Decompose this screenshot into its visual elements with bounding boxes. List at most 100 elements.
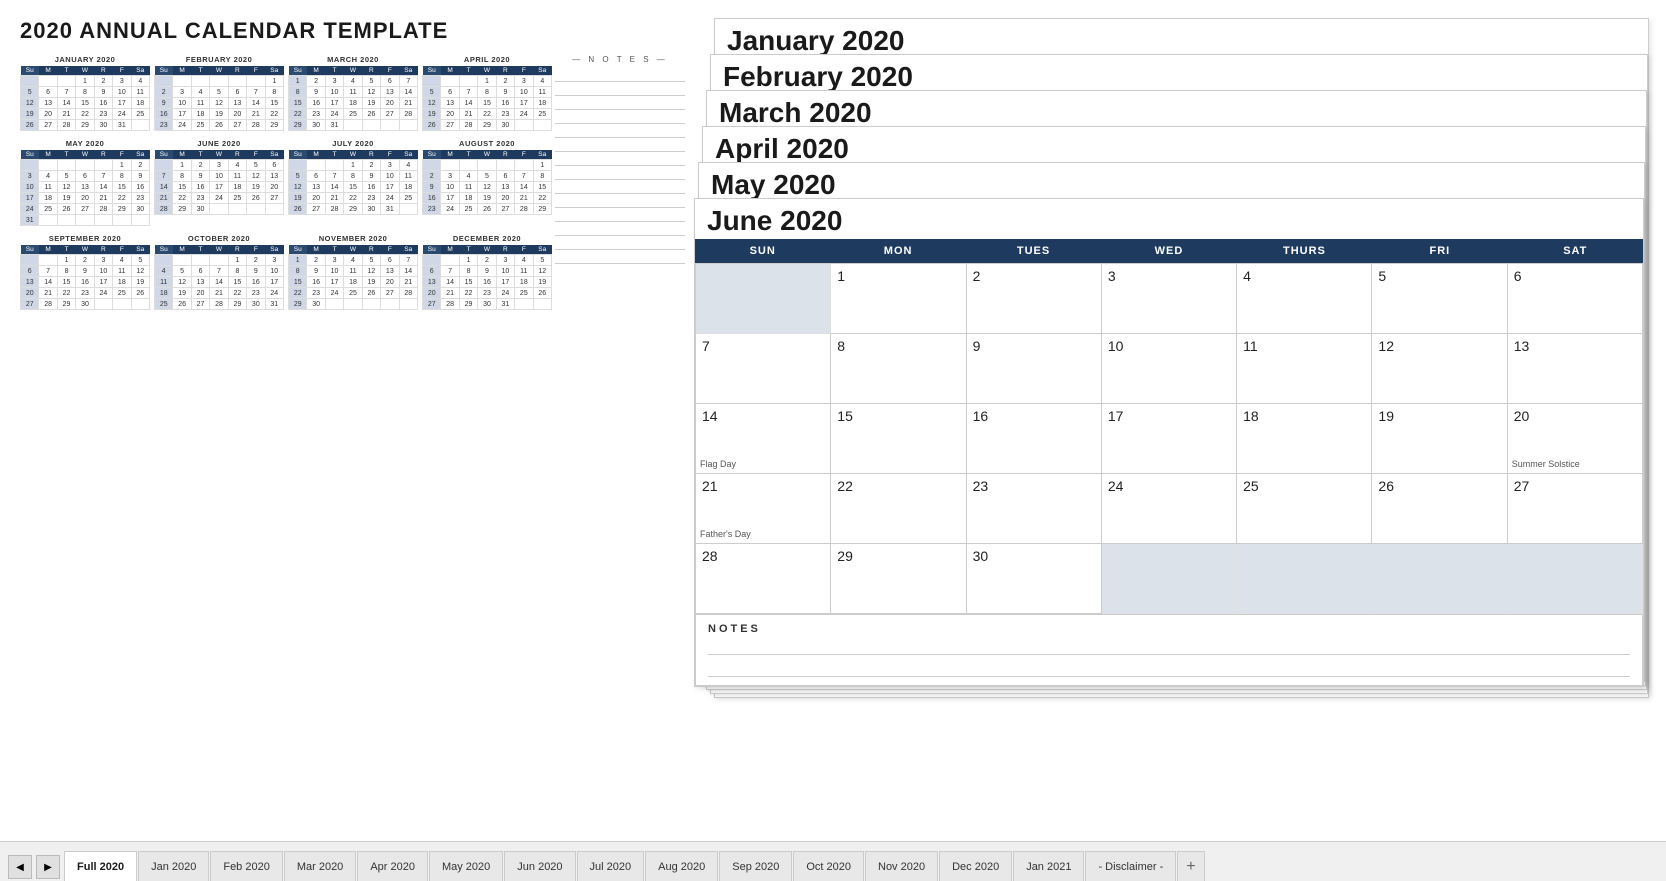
mini-cal-day-cell: 10: [94, 266, 112, 277]
mini-cal-title: AUGUST 2020: [422, 139, 552, 148]
mini-cal-header-cell: Su: [155, 150, 173, 160]
mini-cal-day-cell: 29: [289, 299, 307, 310]
june-grid-cell: 18: [1237, 404, 1372, 474]
mini-cal-day-cell: 21: [247, 109, 265, 120]
mini-cal-day-cell: [94, 215, 112, 226]
mini-cal-day-cell: 9: [131, 171, 149, 182]
mini-cal-day-cell: 1: [76, 76, 94, 87]
mini-cal-header-cell: T: [325, 150, 343, 160]
mini-cal-title: SEPTEMBER 2020: [20, 234, 150, 243]
sheet-tab-feb2020[interactable]: Feb 2020: [210, 851, 282, 881]
mini-cal-day-cell: 3: [210, 160, 228, 171]
tab-nav-left[interactable]: ◀: [8, 855, 32, 879]
mini-cal-day-cell: 30: [307, 299, 325, 310]
mini-cal-day-cell: 18: [155, 288, 173, 299]
mini-cal-header-cell: F: [515, 66, 533, 76]
mini-cal-day-cell: 25: [533, 109, 551, 120]
mini-cal-day-cell: 3: [113, 76, 131, 87]
sheet-tab-nov2020[interactable]: Nov 2020: [865, 851, 938, 881]
mini-cal-day-cell: [423, 160, 441, 171]
cell-date-number: 13: [1514, 338, 1636, 354]
sheet-tab-mar2020[interactable]: Mar 2020: [284, 851, 356, 881]
mini-cal-day-cell: 21: [459, 109, 477, 120]
mini-cal-day-cell: 8: [265, 87, 283, 98]
mini-cal-day-cell: 23: [191, 193, 209, 204]
june-grid-cell: 19: [1372, 404, 1507, 474]
sheet-tab-jan2020[interactable]: Jan 2020: [138, 851, 209, 881]
mini-cal-header-cell: T: [57, 245, 75, 255]
mini-cal-header-cell: F: [515, 150, 533, 160]
sheet-tab-aug2020[interactable]: Aug 2020: [645, 851, 718, 881]
mini-cal-table: SuMTWRFSa1234567891011121314151617181920…: [422, 150, 552, 215]
mini-cal-day-cell: [399, 120, 417, 131]
mini-cal-day-cell: [21, 255, 39, 266]
mini-cal-day-cell: 8: [344, 171, 362, 182]
notes-line: [555, 124, 685, 138]
sheet-tab-sep2020[interactable]: Sep 2020: [719, 851, 792, 881]
mini-cal-day-cell: 14: [39, 277, 57, 288]
mini-cal-day-cell: [39, 160, 57, 171]
mini-cal-day-cell: 9: [247, 266, 265, 277]
mini-cal-title: APRIL 2020: [422, 55, 552, 64]
mini-cal-day-cell: [155, 160, 173, 171]
mini-cal-header-cell: Su: [423, 245, 441, 255]
mini-cal-day-cell: 2: [94, 76, 112, 87]
mini-cal-day-cell: 15: [533, 182, 551, 193]
mini-cal-day-cell: 14: [399, 266, 417, 277]
mini-cal-title: NOVEMBER 2020: [288, 234, 418, 243]
mini-cal-day-cell: [459, 160, 477, 171]
sheet-tab-jan2021[interactable]: Jan 2021: [1013, 851, 1084, 881]
mini-cal-day-cell: 27: [441, 120, 459, 131]
mini-cal-header-cell: Sa: [131, 66, 149, 76]
mini-cal-day-cell: 18: [191, 109, 209, 120]
mini-cal-day-cell: 29: [265, 120, 283, 131]
mini-cal-day-cell: 4: [228, 160, 246, 171]
mini-cal-day-cell: 16: [155, 109, 173, 120]
mini-cal-header-cell: F: [381, 66, 399, 76]
sheet-tab--disclaimer-[interactable]: - Disclaimer -: [1085, 851, 1176, 881]
tab-nav-right[interactable]: ▶: [36, 855, 60, 879]
mini-cal-day-cell: 12: [533, 266, 551, 277]
mini-cal-day-cell: 24: [325, 109, 343, 120]
mini-cal-day-cell: 7: [247, 87, 265, 98]
spreadsheet-area: 2020 ANNUAL CALENDAR TEMPLATE JANUARY 20…: [0, 0, 1666, 841]
mini-cal-day-cell: 25: [39, 204, 57, 215]
mini-cal-day-cell: [344, 120, 362, 131]
mini-cal-day-cell: 20: [21, 288, 39, 299]
mini-cal-header-cell: W: [76, 150, 94, 160]
sheet-tab-dec2020[interactable]: Dec 2020: [939, 851, 1012, 881]
mini-cal-day-cell: 9: [191, 171, 209, 182]
june-grid-cell: 17: [1102, 404, 1237, 474]
sheet-tab-apr2020[interactable]: Apr 2020: [357, 851, 428, 881]
mini-cal-day-cell: 17: [496, 277, 514, 288]
cell-date-number: 18: [1243, 408, 1365, 424]
mini-cal-header-cell: R: [94, 245, 112, 255]
sheet-tab-+[interactable]: +: [1177, 851, 1204, 881]
june-grid-cell: 21Father's Day: [696, 474, 831, 544]
mini-cal-day-cell: 27: [76, 204, 94, 215]
sheet-tab-jul2020[interactable]: Jul 2020: [577, 851, 645, 881]
mini-cal-day-cell: 21: [515, 193, 533, 204]
mini-cal-header-cell: W: [76, 66, 94, 76]
sheet-tab-oct2020[interactable]: Oct 2020: [793, 851, 864, 881]
mini-cal-day-cell: 4: [344, 255, 362, 266]
sheet-tab-may2020[interactable]: May 2020: [429, 851, 503, 881]
mini-calendar: JULY 2020SuMTWRFSa1234567891011121314151…: [288, 139, 418, 226]
mini-cal-day-cell: 25: [228, 193, 246, 204]
mini-cal-day-cell: 15: [228, 277, 246, 288]
mini-cal-day-cell: 28: [399, 109, 417, 120]
mini-cal-day-cell: [325, 160, 343, 171]
mini-cal-header-cell: Su: [21, 245, 39, 255]
mini-cal-day-cell: 19: [21, 109, 39, 120]
mini-cal-day-cell: 10: [265, 266, 283, 277]
sheet-tab-jun2020[interactable]: Jun 2020: [504, 851, 575, 881]
mini-cal-day-cell: 17: [113, 98, 131, 109]
mini-cal-day-cell: 20: [39, 109, 57, 120]
mini-calendar: NOVEMBER 2020SuMTWRFSa123456789101112131…: [288, 234, 418, 310]
mini-cal-day-cell: 20: [265, 182, 283, 193]
june-grid-cell: 15: [831, 404, 966, 474]
mini-cal-day-cell: 30: [496, 120, 514, 131]
mini-cal-day-cell: 9: [496, 87, 514, 98]
mini-cal-header-cell: M: [39, 66, 57, 76]
sheet-tab-full2020[interactable]: Full 2020: [64, 851, 137, 881]
